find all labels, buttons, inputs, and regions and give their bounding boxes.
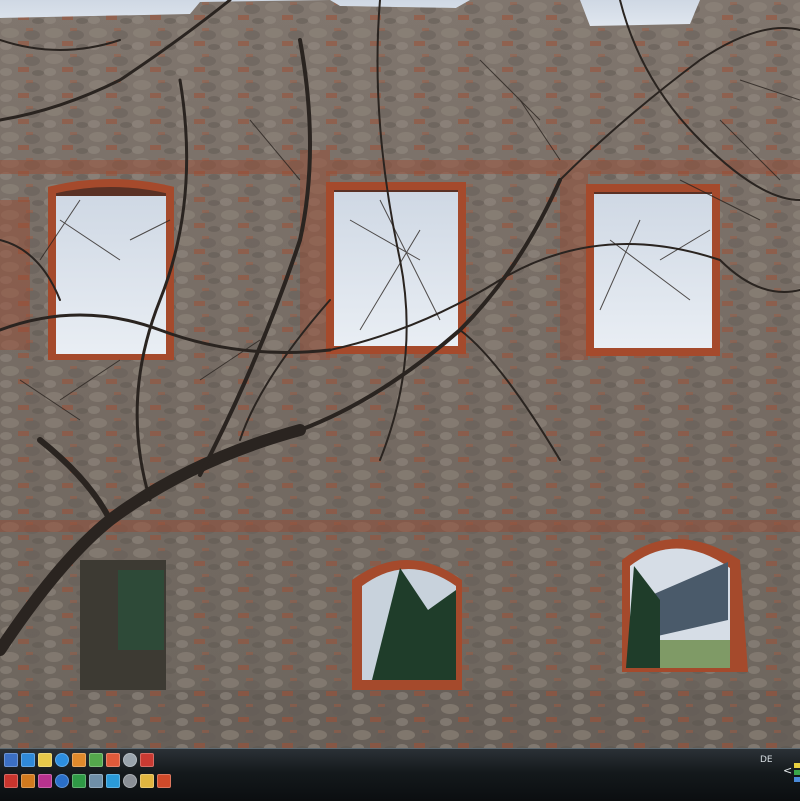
skype-icon[interactable] <box>106 774 120 788</box>
lower-window-right <box>622 539 748 672</box>
desktop-wallpaper <box>0 0 800 748</box>
lower-window-left <box>80 560 166 690</box>
tray-icon-1[interactable] <box>794 763 800 768</box>
tools-icon[interactable] <box>123 774 137 788</box>
upper-window-right <box>586 184 720 356</box>
messenger-icon[interactable] <box>72 753 86 767</box>
word-icon[interactable] <box>38 774 52 788</box>
lower-window-middle <box>352 560 462 690</box>
photoshop-icon[interactable] <box>21 774 35 788</box>
language-indicator[interactable]: DE <box>760 755 773 765</box>
media-icon[interactable] <box>157 774 171 788</box>
quick-launch-top-row <box>4 753 155 769</box>
network-icon[interactable] <box>89 774 103 788</box>
taskbar: DE < <box>0 748 800 801</box>
media-player-icon[interactable] <box>106 753 120 767</box>
windows-explorer-icon[interactable] <box>21 753 35 767</box>
upper-window-left <box>48 179 174 360</box>
system-tray-icons[interactable] <box>794 763 800 783</box>
excel-icon[interactable] <box>72 774 86 788</box>
quick-launch-bottom-row <box>4 774 172 790</box>
tray-expand-button[interactable]: < <box>783 765 792 776</box>
folder-icon[interactable] <box>140 774 154 788</box>
upper-window-middle <box>326 182 466 354</box>
taskbar-task-area[interactable] <box>205 755 740 795</box>
acrobat-icon[interactable] <box>4 774 18 788</box>
calculator-icon[interactable] <box>89 753 103 767</box>
notepad-icon[interactable] <box>38 753 52 767</box>
paint-icon[interactable] <box>140 753 154 767</box>
tray-icon-3[interactable] <box>794 777 800 782</box>
internet-explorer-icon[interactable] <box>55 753 69 767</box>
show-desktop-icon[interactable] <box>4 753 18 767</box>
powerpoint-icon[interactable] <box>55 774 69 788</box>
camera-icon[interactable] <box>123 753 137 767</box>
tray-icon-2[interactable] <box>794 770 800 775</box>
